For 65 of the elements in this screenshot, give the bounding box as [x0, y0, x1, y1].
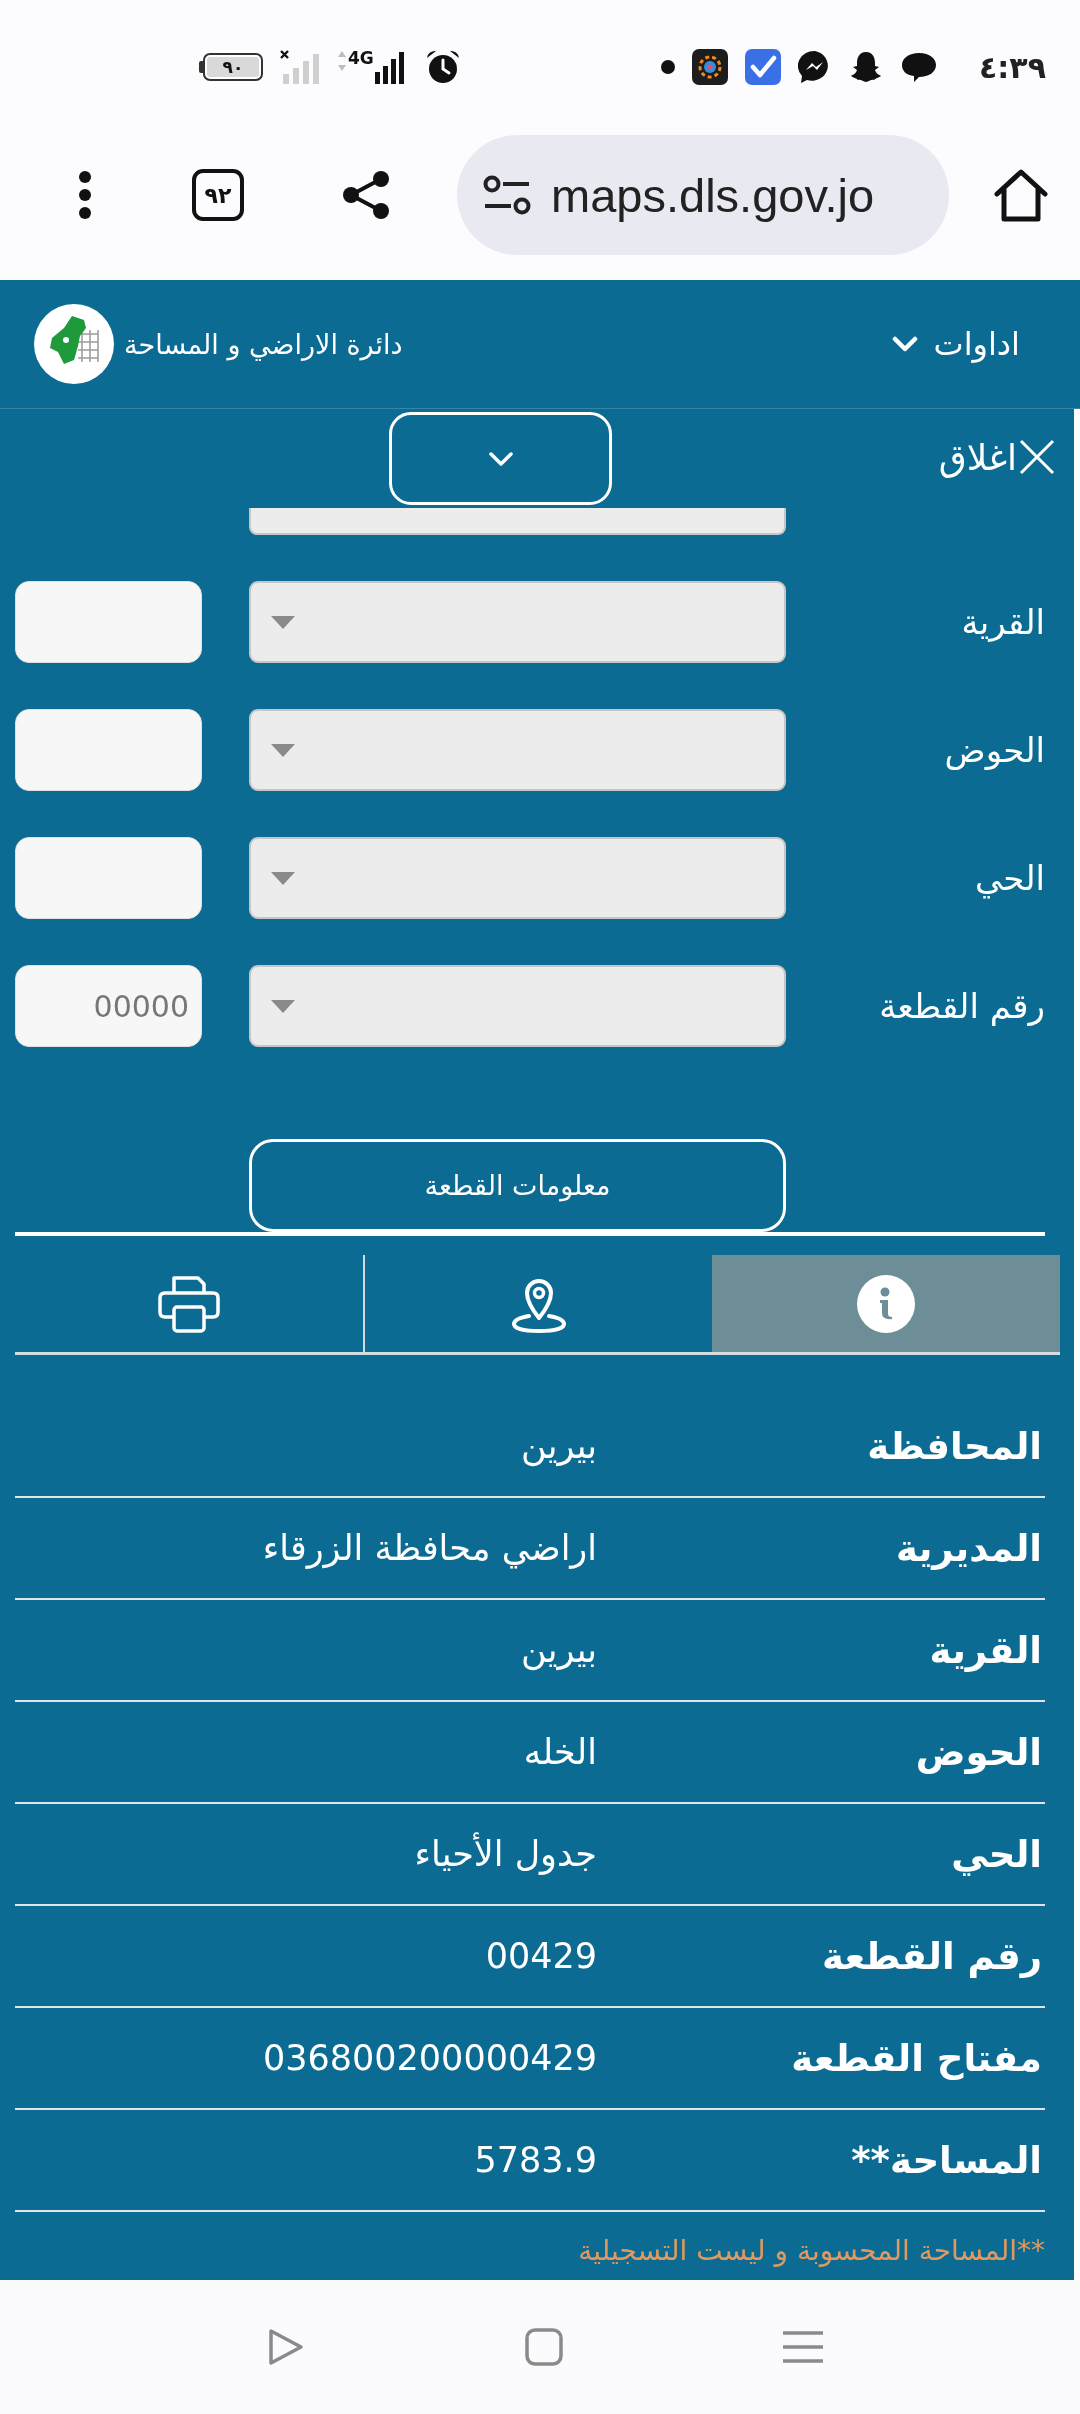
field-label: القرية: [928, 1628, 1043, 1672]
field-value: 00429: [484, 1936, 597, 1976]
code-input[interactable]: 00000: [15, 965, 202, 1047]
menu-icon[interactable]: [78, 170, 92, 220]
caret-icon: [271, 615, 295, 629]
tab[interactable]: [712, 1255, 1060, 1352]
field-label: المحافظة: [866, 1424, 1043, 1468]
caret-icon: [271, 999, 295, 1013]
speech-bubble-icon: [900, 51, 939, 83]
share-icon[interactable]: [342, 170, 390, 220]
printer-icon: [157, 1274, 220, 1333]
address-bar[interactable]: maps.dls.gov.jo: [457, 135, 949, 255]
code-input[interactable]: [15, 709, 202, 791]
field-value: بيرين: [520, 1630, 597, 1670]
app-icon: [692, 49, 729, 85]
site-settings-icon[interactable]: [483, 175, 531, 215]
parcel-info-button[interactable]: معلومات القطعة: [249, 1139, 786, 1232]
field-label: رقم القطعة: [821, 1934, 1043, 1978]
caret-icon: [271, 743, 295, 757]
field-value: اراضي محافظة الزرقاء: [261, 1528, 597, 1568]
network-type-label: 4G: [348, 49, 374, 67]
field-label: الحي: [973, 858, 1046, 898]
alarm-clock-icon: [424, 49, 461, 85]
battery-indicator: ٩٠: [199, 53, 263, 81]
chevron-down-icon: [891, 336, 918, 352]
field-value: جدول الأحياء: [413, 1834, 597, 1874]
dropdown-field[interactable]: [249, 837, 786, 919]
tick-app-icon: [745, 49, 782, 85]
tab-count-button[interactable]: ٩٢: [192, 169, 244, 221]
dropdown-field[interactable]: [249, 581, 786, 663]
chevron-down-icon: [488, 451, 513, 466]
signal-icon: [374, 50, 405, 84]
field-label: المديرية: [895, 1526, 1043, 1570]
field-label: رقم القطعة: [878, 986, 1046, 1026]
map-logo-icon: [34, 304, 114, 384]
collapse-toggle-button[interactable]: [389, 412, 612, 505]
close-button[interactable]: اغلاق: [938, 436, 1055, 478]
field-value: الخله: [522, 1732, 597, 1772]
tools-menu-button[interactable]: اداوات: [891, 325, 1020, 363]
field-label: الحوض: [914, 1730, 1043, 1774]
signal-icon: [280, 50, 320, 84]
footnote-text: **المساحة المحسوبة و ليست التسجيلية: [578, 2234, 1045, 2267]
notification-dot-icon: [661, 60, 676, 74]
back-icon[interactable]: [268, 2328, 304, 2366]
data-arrows-icon: [338, 51, 346, 71]
caret-icon: [271, 871, 295, 885]
field-value: 5783.9: [473, 2140, 597, 2180]
field-label: مفتاح القطعة: [790, 2036, 1043, 2080]
home-icon[interactable]: [993, 168, 1049, 222]
status-time: ٤:٣٩: [979, 49, 1046, 85]
info-icon: [857, 1274, 916, 1333]
site-title: دائرة الاراضي و المساحة: [124, 328, 403, 360]
field-label: المساحة**: [850, 2138, 1043, 2182]
dropdown-field[interactable]: [249, 965, 786, 1047]
field-value: 036800200000429: [261, 2038, 597, 2078]
field-value: بيرين: [520, 1426, 597, 1466]
code-input[interactable]: [15, 581, 202, 663]
dropdown-field[interactable]: [249, 709, 786, 791]
close-icon: [1019, 439, 1055, 475]
recent-apps-icon[interactable]: [783, 2330, 823, 2364]
field-label: الحوض: [943, 730, 1046, 770]
dropdown-field[interactable]: [249, 508, 786, 535]
code-input[interactable]: [15, 837, 202, 919]
field-label: القرية: [960, 602, 1046, 642]
field-label: الحي: [950, 1832, 1043, 1876]
